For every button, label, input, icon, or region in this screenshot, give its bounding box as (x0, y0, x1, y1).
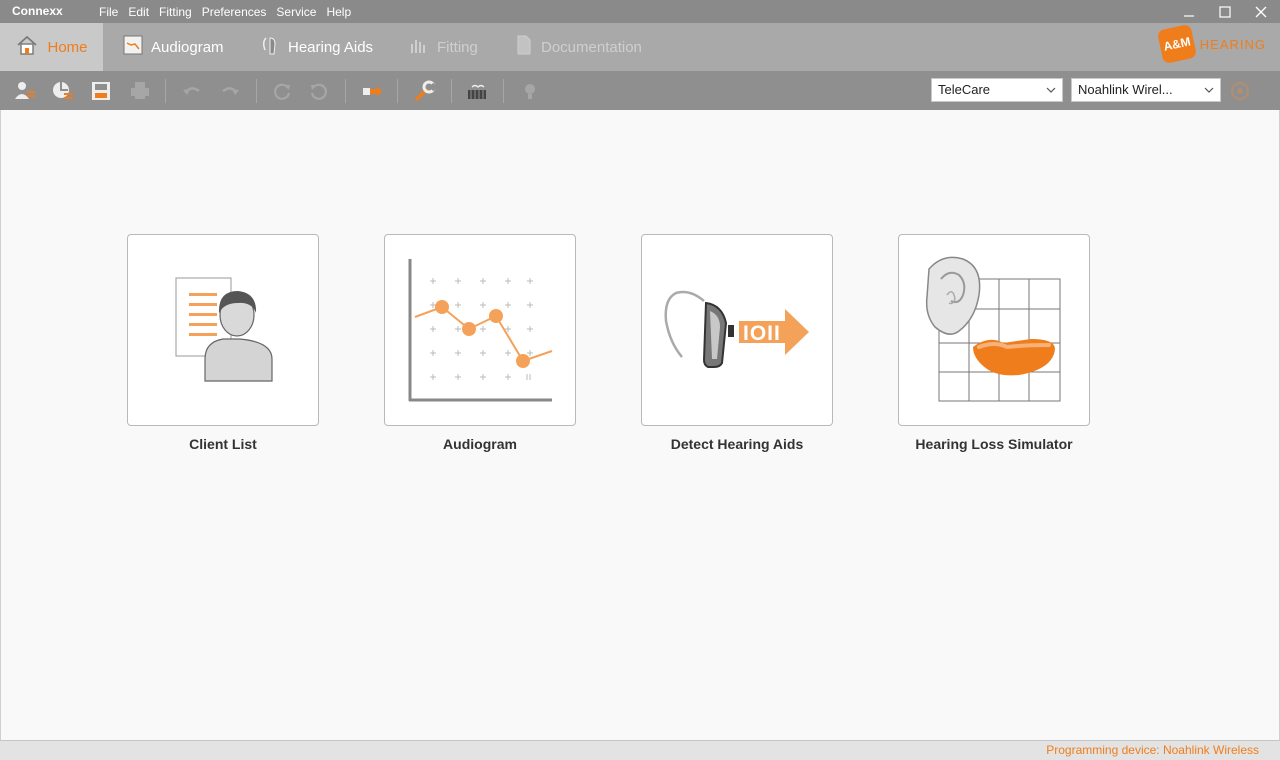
detect-hearing-aids-tile[interactable]: IOII (641, 234, 833, 426)
tab-bar: Home Audiogram Hearing Aids Fitting Docu… (0, 23, 1280, 71)
logo-badge: A&M (1156, 23, 1197, 65)
toolbar-separator (503, 79, 504, 103)
menu-bar: File Edit Fitting Preferences Service He… (99, 0, 356, 23)
client-list-icon (15, 82, 35, 99)
client-list-label: Client List (189, 436, 257, 452)
tab-home[interactable]: Home (0, 23, 103, 71)
minimize-button[interactable] (1171, 0, 1207, 23)
hearing-loss-simulator-icon (925, 256, 1061, 402)
new-client-button[interactable] (51, 79, 75, 103)
fitting-icon (409, 36, 429, 58)
redo-icon (222, 87, 239, 95)
device-icon (468, 84, 486, 99)
programming-device-status: Programming device: Noahlink Wireless (1046, 743, 1259, 757)
refresh-button[interactable] (270, 79, 294, 103)
logo-text: HEARING (1199, 36, 1266, 52)
menu-fitting[interactable]: Fitting (154, 0, 197, 23)
menu-help[interactable]: Help (321, 0, 356, 23)
detect-hearing-aids-label: Detect Hearing Aids (670, 436, 804, 452)
document-icon (515, 35, 533, 59)
chevron-down-icon (1046, 80, 1056, 107)
undo-button[interactable] (180, 79, 204, 103)
print-icon (131, 82, 149, 99)
detect-hearing-aids-icon: IOII (664, 290, 809, 368)
hearing-aid-icon (260, 34, 280, 60)
telecare-dropdown[interactable]: TeleCare (931, 78, 1063, 102)
title-bar: Connexx File Edit Fitting Preferences Se… (0, 0, 1280, 23)
svg-text:IOII: IOII (743, 322, 781, 345)
dropdown-value: Noahlink Wirel... (1078, 82, 1173, 97)
new-client-icon (53, 82, 73, 99)
refresh-icon (274, 83, 291, 100)
client-list-button[interactable] (13, 79, 37, 103)
device-button[interactable] (465, 79, 489, 103)
print-button[interactable] (128, 79, 152, 103)
lightbulb-icon (525, 84, 535, 99)
programming-device-dropdown[interactable]: Noahlink Wirel... (1071, 78, 1221, 102)
menu-service[interactable]: Service (271, 0, 321, 23)
export-button[interactable] (360, 79, 384, 103)
toolbar-separator (345, 79, 346, 103)
menu-file[interactable]: File (99, 0, 123, 23)
close-icon (1255, 6, 1267, 17)
toolbar-separator (165, 79, 166, 103)
toolbar-separator (397, 79, 398, 103)
tab-label: Documentation (541, 38, 642, 56)
tab-label: Audiogram (151, 38, 224, 56)
save-icon (92, 82, 110, 100)
tools-button[interactable] (413, 79, 437, 103)
app-title: Connexx (12, 4, 63, 18)
audiogram-tile[interactable] (384, 234, 576, 426)
tab-label: Hearing Aids (288, 38, 374, 56)
audiogram-chart-icon (408, 259, 553, 402)
connect-button[interactable] (1228, 79, 1252, 103)
dropdown-value: TeleCare (938, 82, 991, 97)
tab-label: Fitting (437, 38, 478, 56)
redo-button[interactable] (218, 79, 242, 103)
chevron-down-icon (1204, 80, 1214, 107)
audiogram-icon (123, 35, 143, 59)
tab-documentation[interactable]: Documentation (515, 23, 642, 71)
undo-icon (183, 87, 200, 95)
save-button[interactable] (89, 79, 113, 103)
status-bar: Programming device: Noahlink Wireless (0, 740, 1280, 760)
reset-button[interactable] (307, 79, 331, 103)
minimize-icon (1184, 14, 1194, 17)
tab-label: Home (47, 38, 88, 56)
hint-button[interactable] (518, 79, 542, 103)
home-panel: Client List Audiogram IOII Detect Hearin… (0, 110, 1280, 740)
export-icon (363, 86, 382, 97)
wrench-icon (415, 80, 437, 101)
close-button[interactable] (1243, 0, 1279, 23)
audiogram-label: Audiogram (443, 436, 517, 452)
hearing-loss-simulator-label: Hearing Loss Simulator (915, 436, 1073, 452)
tab-audiogram[interactable]: Audiogram (123, 23, 224, 71)
toolbar-separator (256, 79, 257, 103)
toolbar-separator (451, 79, 452, 103)
client-list-tile[interactable] (127, 234, 319, 426)
reset-icon (310, 83, 327, 100)
connect-icon (1231, 82, 1249, 100)
tab-hearing-aids[interactable]: Hearing Aids (260, 23, 373, 71)
maximize-button[interactable] (1207, 0, 1243, 23)
toolbar: TeleCare Noahlink Wirel... (0, 71, 1280, 110)
client-list-icon (175, 277, 273, 382)
maximize-icon (1219, 5, 1231, 18)
menu-edit[interactable]: Edit (123, 0, 154, 23)
home-icon (15, 34, 39, 60)
tab-fitting[interactable]: Fitting (409, 23, 478, 71)
hearing-loss-simulator-tile[interactable] (898, 234, 1090, 426)
brand-logo: A&M HEARING (1156, 23, 1266, 65)
menu-preferences[interactable]: Preferences (197, 0, 272, 23)
